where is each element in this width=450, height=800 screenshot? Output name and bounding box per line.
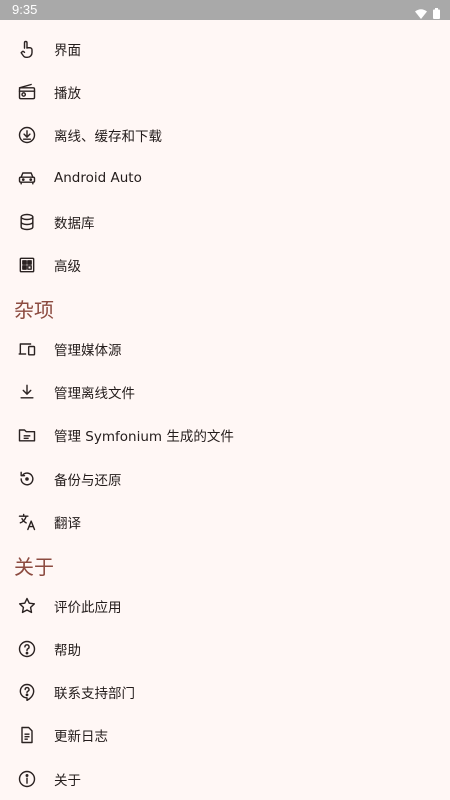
settings-item-changelog[interactable]: 更新日志 <box>0 713 450 756</box>
settings-item-label: 高级 <box>54 258 81 275</box>
settings-item-backup-restore[interactable]: 备份与还原 <box>0 457 450 500</box>
settings-item-label: 数据库 <box>54 215 95 232</box>
settings-item-label: 管理 Symfonium 生成的文件 <box>54 428 234 445</box>
download-circle-icon <box>16 124 38 146</box>
car-icon <box>16 167 38 189</box>
radio-icon <box>16 81 38 103</box>
settings-item-label: 更新日志 <box>54 728 108 745</box>
settings-item-offline[interactable]: 离线、缓存和下载 <box>0 113 450 156</box>
settings-item-translate[interactable]: 翻译 <box>0 500 450 543</box>
settings-item-label: 播放 <box>54 85 81 102</box>
settings-item-database[interactable]: 数据库 <box>0 200 450 243</box>
settings-item-label: 管理离线文件 <box>54 385 135 402</box>
download-icon <box>16 381 38 403</box>
status-icons <box>415 4 440 23</box>
settings-item-label: 界面 <box>54 42 81 59</box>
section-header-misc: 杂项 <box>14 298 54 322</box>
chip-icon <box>16 254 38 276</box>
settings-item-interface[interactable]: 界面 <box>0 27 450 70</box>
settings-item-label: 联系支持部门 <box>54 685 135 702</box>
star-icon <box>16 595 38 617</box>
settings-item-rate-app[interactable]: 评价此应用 <box>0 584 450 627</box>
settings-item-label: Android Auto <box>54 169 142 186</box>
database-icon <box>16 211 38 233</box>
status-bar: 9:35 <box>0 0 450 20</box>
settings-item-label: 帮助 <box>54 642 81 659</box>
touch-icon <box>16 38 38 60</box>
support-icon <box>16 681 38 703</box>
settings-item-advanced[interactable]: 高级 <box>0 243 450 286</box>
settings-item-offline-files[interactable]: 管理离线文件 <box>0 370 450 413</box>
settings-item-label: 关于 <box>54 772 81 789</box>
settings-item-media-sources[interactable]: 管理媒体源 <box>0 327 450 370</box>
settings-item-label: 翻译 <box>54 515 81 532</box>
devices-icon <box>16 338 38 360</box>
settings-item-label: 离线、缓存和下载 <box>54 128 162 145</box>
status-time: 9:35 <box>12 2 38 17</box>
settings-item-about[interactable]: 关于 <box>0 757 450 800</box>
settings-item-label: 管理媒体源 <box>54 342 122 359</box>
help-circle-icon <box>16 638 38 660</box>
settings-item-contact-support[interactable]: 联系支持部门 <box>0 670 450 713</box>
wifi-icon <box>415 4 427 23</box>
translate-icon <box>16 511 38 533</box>
settings-item-android-auto[interactable]: Android Auto <box>0 156 450 199</box>
folder-icon <box>16 424 38 446</box>
changelog-icon <box>16 724 38 746</box>
section-header-about: 关于 <box>14 555 54 579</box>
settings-item-help[interactable]: 帮助 <box>0 627 450 670</box>
settings-item-label: 评价此应用 <box>54 599 122 616</box>
settings-item-label: 备份与还原 <box>54 472 122 489</box>
settings-item-generated-files[interactable]: 管理 Symfonium 生成的文件 <box>0 413 450 456</box>
info-icon <box>16 768 38 790</box>
restore-icon <box>16 468 38 490</box>
battery-icon <box>433 4 440 23</box>
settings-item-playback[interactable]: 播放 <box>0 70 450 113</box>
